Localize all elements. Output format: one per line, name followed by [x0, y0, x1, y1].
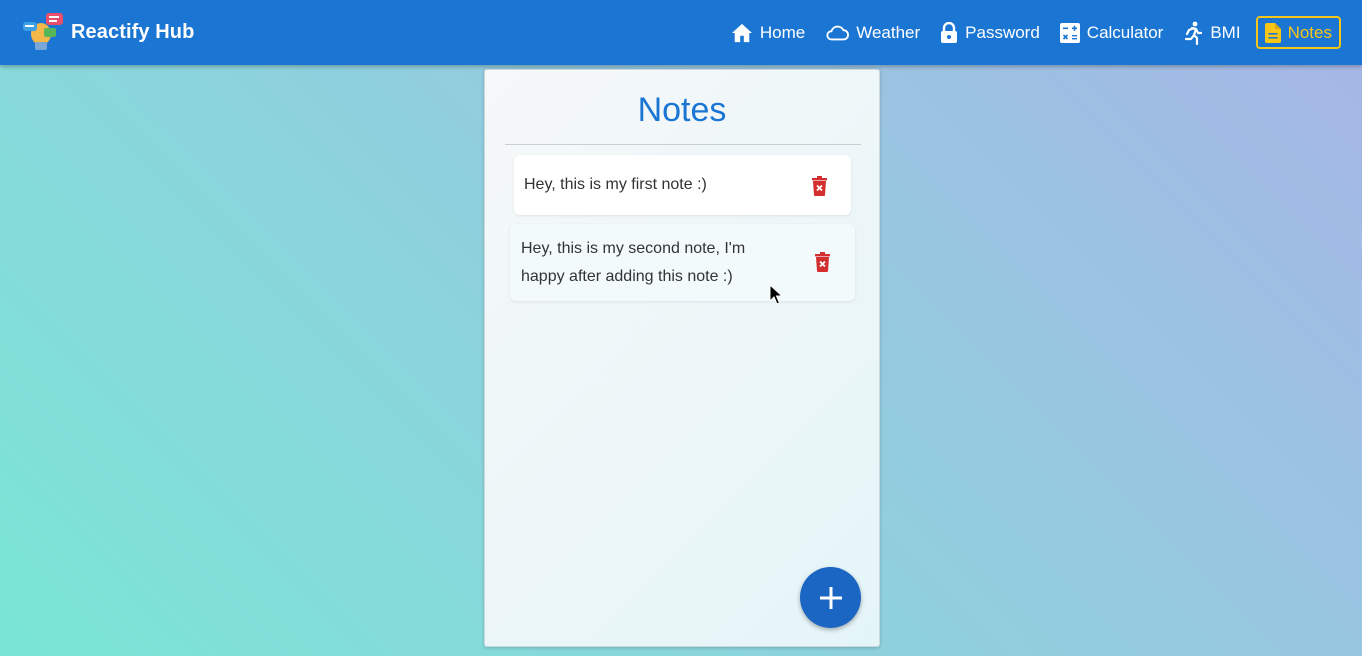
note-item[interactable]: Hey, this is my second note, I'm happy a… — [510, 224, 855, 301]
notes-panel: Notes Hey, this is my first note :) Hey,… — [484, 69, 880, 647]
nav-weather[interactable]: Weather — [825, 16, 920, 49]
note-text: Hey, this is my second note, I'm happy a… — [521, 239, 746, 285]
nav-password[interactable]: Password — [940, 16, 1040, 49]
divider — [505, 144, 861, 145]
brand[interactable]: Reactify Hub — [22, 12, 194, 52]
cloud-icon — [826, 25, 850, 40]
plus-icon — [819, 586, 842, 609]
main-nav: Home Weather Password Calculator BMI Not… — [711, 16, 1341, 49]
nav-home-label: Home — [759, 22, 806, 42]
note-item[interactable]: Hey, this is my first note :) — [514, 155, 851, 215]
nav-password-label: Password — [965, 22, 1040, 42]
note-text: Hey, this is my first note :) — [524, 176, 707, 193]
nav-notes[interactable]: Notes — [1255, 16, 1341, 49]
delete-note-button[interactable] — [811, 176, 828, 201]
page-title: Notes — [637, 91, 727, 129]
nav-weather-label: Weather — [856, 22, 921, 42]
nav-calculator[interactable]: Calculator — [1059, 16, 1164, 49]
lock-icon — [941, 21, 958, 43]
nav-bmi-label: BMI — [1210, 22, 1241, 42]
calculator-icon — [1059, 22, 1080, 43]
nav-notes-label: Notes — [1287, 22, 1332, 42]
home-icon — [731, 23, 752, 42]
nav-calculator-label: Calculator — [1086, 22, 1164, 42]
app-logo-icon — [22, 12, 64, 52]
document-icon — [1264, 22, 1281, 43]
trash-icon — [815, 252, 830, 272]
running-person-icon — [1185, 21, 1203, 45]
nav-bmi[interactable]: BMI — [1183, 16, 1241, 49]
trash-icon — [812, 176, 827, 196]
mouse-cursor-icon — [769, 284, 783, 305]
app-title: Reactify Hub — [71, 20, 195, 43]
top-navbar: Reactify Hub Home Weather Password Calcu… — [0, 0, 1362, 65]
add-note-button[interactable] — [800, 567, 861, 628]
delete-note-button[interactable] — [814, 252, 831, 277]
nav-home[interactable]: Home — [731, 16, 805, 49]
